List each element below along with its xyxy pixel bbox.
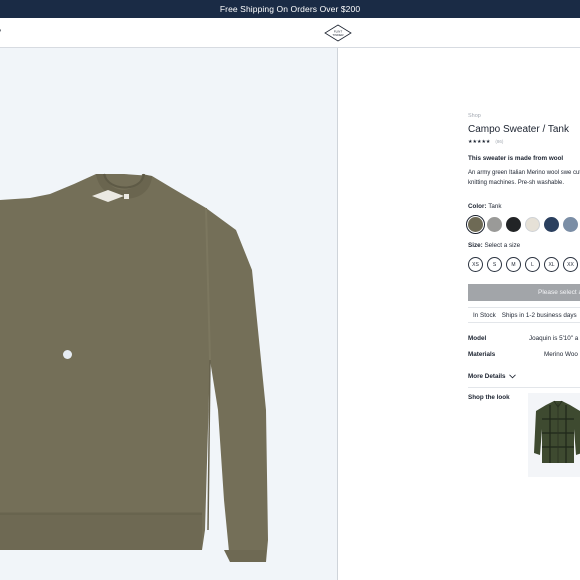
more-details-toggle[interactable]: More Details bbox=[468, 373, 517, 380]
breadcrumb[interactable]: Shop bbox=[468, 113, 481, 119]
size-selector-label: Size: Select a size bbox=[468, 242, 520, 249]
color-swatch[interactable] bbox=[466, 215, 485, 234]
size-option-m[interactable]: M bbox=[506, 257, 521, 272]
promo-text: Free Shipping On Orders Over $200 bbox=[219, 4, 361, 14]
more-details-label: More Details bbox=[468, 373, 506, 380]
product-image-panel[interactable] bbox=[0, 48, 338, 580]
color-swatch[interactable] bbox=[506, 217, 521, 232]
divider bbox=[468, 387, 580, 388]
shop-the-look-heading: Shop the look bbox=[468, 394, 510, 401]
size-label: Size: bbox=[468, 242, 483, 249]
color-selector-label: Color: Tank bbox=[468, 203, 502, 210]
stock-text: In Stock bbox=[473, 311, 496, 319]
shipping-text: Ships in 1-2 business days bbox=[501, 311, 577, 319]
size-option-xx[interactable]: XX bbox=[563, 257, 578, 272]
sweater-image bbox=[0, 173, 268, 562]
size-option-xs[interactable]: XS bbox=[468, 257, 483, 272]
svg-text:TINDER: TINDER bbox=[332, 33, 344, 37]
add-to-cart-button[interactable]: Please select a bbox=[468, 284, 580, 301]
stock-status: In Stock Ships in 1-2 business days bbox=[468, 307, 580, 323]
site-header: y FLINT TINDER bbox=[0, 18, 580, 48]
size-option-s[interactable]: S bbox=[487, 257, 502, 272]
product-tagline: This sweater is made from wool bbox=[468, 155, 564, 162]
color-swatches bbox=[466, 215, 580, 234]
size-options: XS S M L XL XX bbox=[468, 257, 578, 272]
nav-item-partial[interactable]: y bbox=[0, 27, 1, 36]
color-swatch[interactable] bbox=[487, 217, 502, 232]
brand-logo[interactable]: FLINT TINDER bbox=[324, 24, 352, 42]
size-option-xl[interactable]: XL bbox=[544, 257, 559, 272]
size-option-l[interactable]: L bbox=[525, 257, 540, 272]
color-swatch[interactable] bbox=[563, 217, 578, 232]
color-label: Color: bbox=[468, 203, 487, 210]
rating-stars[interactable]: ★★★★★ (86) bbox=[468, 139, 503, 145]
materials-label: Materials bbox=[468, 351, 496, 358]
size-value: Select a size bbox=[484, 242, 521, 249]
product-title: Campo Sweater / Tank bbox=[468, 124, 569, 135]
star-icons: ★★★★★ bbox=[468, 139, 491, 145]
material-icon bbox=[63, 350, 72, 359]
color-value: Tank bbox=[488, 203, 502, 210]
chevron-down-icon bbox=[509, 374, 517, 379]
look-product-card[interactable] bbox=[528, 393, 580, 477]
model-value: Joaquin is 5'10" a bbox=[529, 335, 579, 342]
review-count[interactable]: (86) bbox=[495, 139, 503, 145]
product-description: An army green Italian Merino wool swe cu… bbox=[468, 170, 580, 186]
promo-banner: Free Shipping On Orders Over $200 bbox=[0, 0, 580, 18]
color-swatch[interactable] bbox=[525, 217, 540, 232]
flannel-shirt-image bbox=[534, 400, 580, 463]
model-label: Model bbox=[468, 335, 487, 342]
materials-value: Merino Woo bbox=[544, 351, 578, 358]
color-swatch[interactable] bbox=[544, 217, 559, 232]
